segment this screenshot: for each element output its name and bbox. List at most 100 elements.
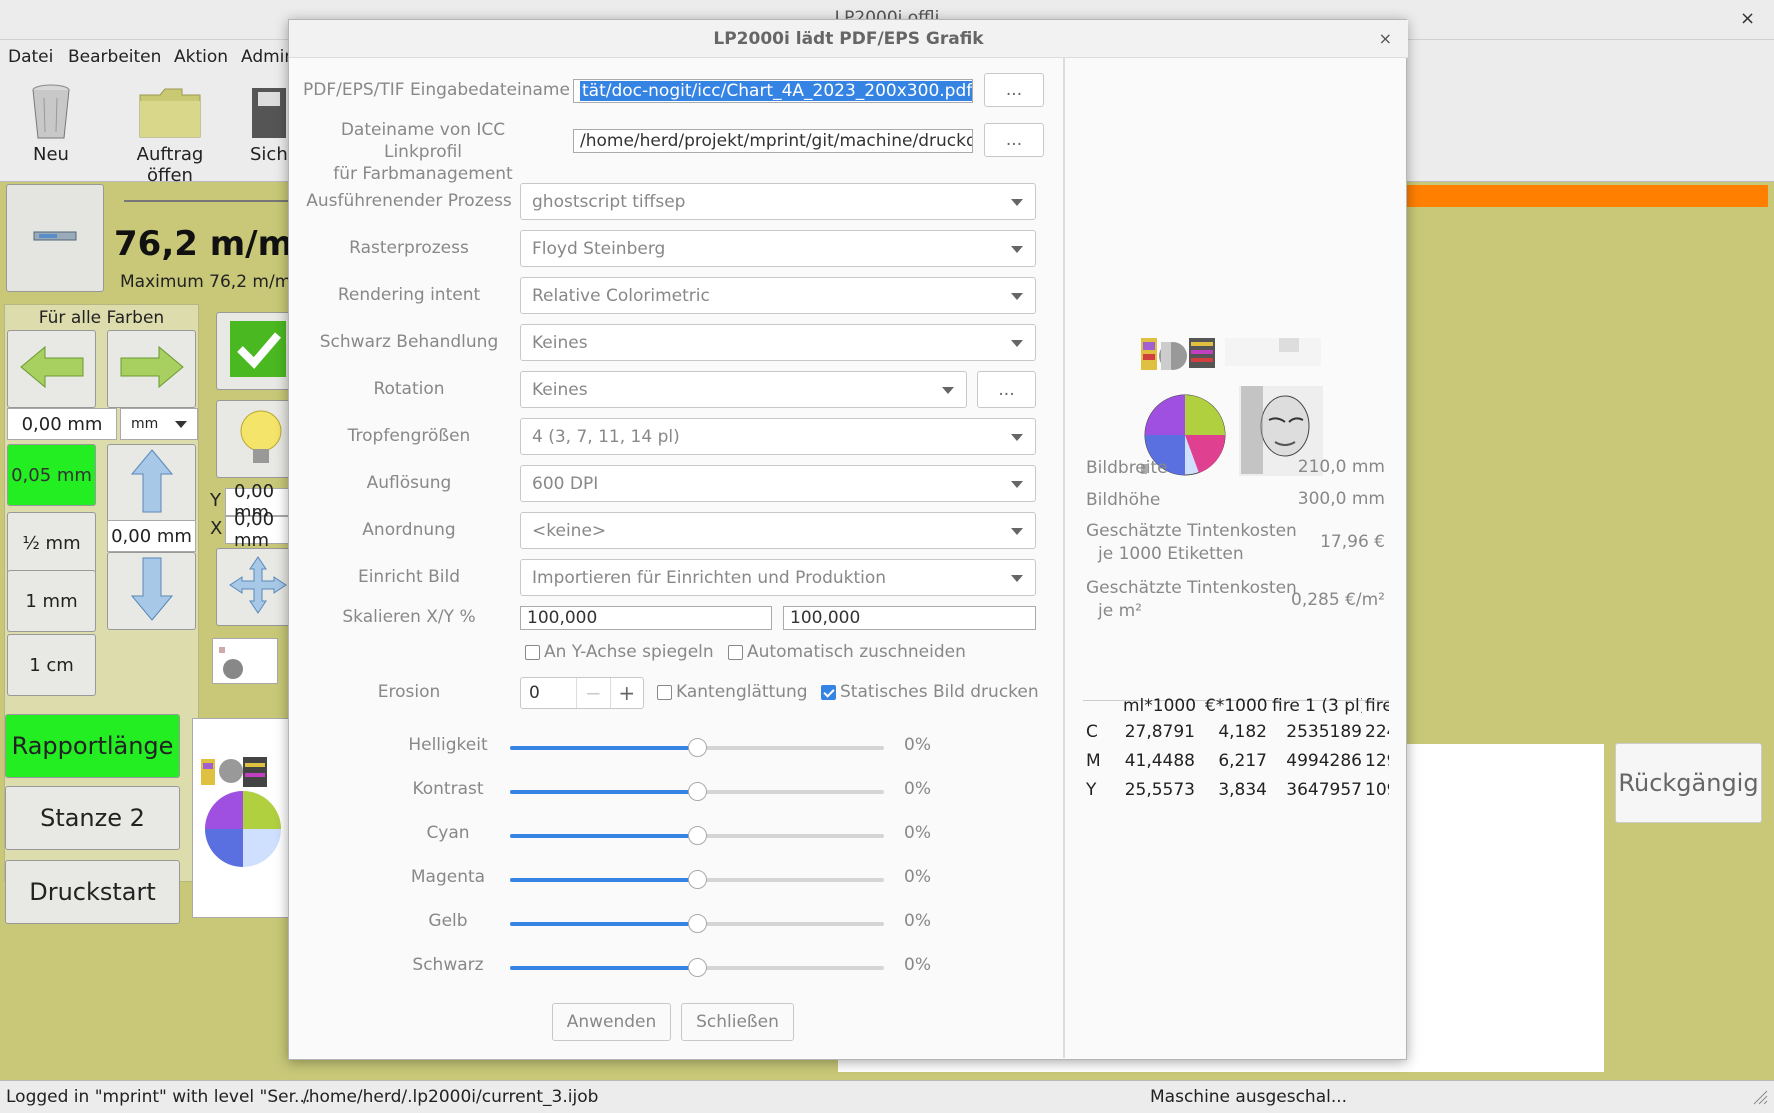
scale-x-input[interactable]: 100,000 xyxy=(520,606,772,630)
erosion-increment-button[interactable]: + xyxy=(609,678,643,708)
save-button[interactable]: Sich xyxy=(250,80,290,165)
erosion-decrement-button[interactable]: − xyxy=(576,678,609,708)
brightness-slider[interactable] xyxy=(510,738,884,757)
magenta-slider-handle[interactable] xyxy=(688,870,707,889)
contrast-slider-value: 0% xyxy=(904,779,931,799)
erosion-spinbox[interactable]: 0 − + xyxy=(520,677,644,709)
new-button[interactable]: Neu xyxy=(10,80,92,165)
step-005-button[interactable]: 0,05 mm xyxy=(7,444,96,506)
input-file-field[interactable]: tät/doc-nogit/icc/Chart_4A_2023_200x300.… xyxy=(573,79,973,103)
menu-bearbeiten[interactable]: Bearbeiten xyxy=(68,47,161,67)
yellow-slider-handle[interactable] xyxy=(688,914,707,933)
resize-grip-icon[interactable] xyxy=(1750,1087,1768,1105)
mirror-checkbox-box[interactable] xyxy=(525,644,540,660)
rapport-length-button[interactable]: Rapportlänge xyxy=(5,714,180,778)
menu-aktion[interactable]: Aktion xyxy=(174,47,228,67)
rotation-more-label: ... xyxy=(998,379,1015,400)
new-label: Neu xyxy=(33,144,69,165)
yellow-slider-fill xyxy=(510,922,697,926)
process-label: Ausführenender Prozess xyxy=(306,191,512,211)
table-cell: 109 xyxy=(1365,780,1389,800)
black-handling-select[interactable]: Keines xyxy=(520,324,1036,361)
speed-slider-track[interactable] xyxy=(124,200,304,202)
speed-max: Maximum 76,2 m/min xyxy=(120,272,307,292)
step-1mm-label: 1 mm xyxy=(25,590,78,612)
dialog-title: LP2000i lädt PDF/EPS Grafik xyxy=(289,20,1408,58)
step-half-button[interactable]: ½ mm xyxy=(7,512,96,574)
cyan-slider-handle[interactable] xyxy=(688,826,707,845)
icc-file-field[interactable]: /home/herd/projekt/mprint/git/machine/dr… xyxy=(573,129,973,153)
scale-y-input[interactable]: 100,000 xyxy=(783,606,1036,630)
height-label: Bildhöhe xyxy=(1086,490,1161,510)
y-label: Y xyxy=(210,490,221,511)
cost-per-m2-label-line2: je m² xyxy=(1098,601,1142,621)
step-1mm-button[interactable]: 1 mm xyxy=(7,570,96,632)
static-image-checkbox-box[interactable] xyxy=(821,684,836,700)
move-down-button[interactable] xyxy=(107,552,196,630)
browse-input-button[interactable]: ... xyxy=(984,73,1044,107)
resolution-select[interactable]: 600 DPI xyxy=(520,465,1036,502)
cyan-slider[interactable] xyxy=(510,826,884,845)
brightness-slider-fill xyxy=(510,746,697,750)
brightness-slider-handle[interactable] xyxy=(688,738,707,757)
move-up-button[interactable] xyxy=(107,444,196,522)
dialog-close-icon[interactable]: × xyxy=(1379,29,1392,48)
arrangement-select[interactable]: <keine> xyxy=(520,512,1036,549)
antialias-checkbox[interactable]: Kantenglättung xyxy=(657,682,808,702)
antialias-checkbox-box[interactable] xyxy=(657,684,672,700)
icc-file-value: /home/herd/projekt/mprint/git/machine/dr… xyxy=(580,131,973,151)
undo-button[interactable]: Rückgängig xyxy=(1615,743,1762,823)
mirror-checkbox[interactable]: An Y-Achse spiegeln xyxy=(525,642,714,662)
trash-can-icon xyxy=(10,80,92,144)
apply-button[interactable]: Anwenden xyxy=(552,1003,671,1041)
setup-image-value: Importieren für Einrichten und Produktio… xyxy=(532,567,887,588)
apply-label: Anwenden xyxy=(566,1012,657,1032)
setup-image-select[interactable]: Importieren für Einrichten und Produktio… xyxy=(520,559,1036,596)
width-label: Bildbreite xyxy=(1086,458,1168,478)
slider-toggle-button[interactable] xyxy=(6,184,104,292)
rendering-intent-select[interactable]: Relative Colorimetric xyxy=(520,277,1036,314)
magenta-slider-label: Magenta xyxy=(410,867,486,887)
rotation-more-button[interactable]: ... xyxy=(977,371,1036,408)
table-cell: 4,182 xyxy=(1218,722,1267,742)
dialog-divider xyxy=(1063,58,1065,1058)
drop-sizes-select[interactable]: 4 (3, 7, 11, 14 pl) xyxy=(520,418,1036,455)
main-close-icon[interactable]: × xyxy=(1740,8,1755,29)
yellow-slider[interactable] xyxy=(510,914,884,933)
rendering-intent-label: Rendering intent xyxy=(337,285,481,305)
browse-icc-button[interactable]: ... xyxy=(984,123,1044,157)
move-left-button[interactable] xyxy=(7,330,96,408)
cyan-slider-value: 0% xyxy=(904,823,931,843)
icc-label-line2: für Farbmanagement xyxy=(333,164,513,184)
x-label: X xyxy=(210,518,223,539)
brightness-slider-value: 0% xyxy=(904,735,931,755)
magenta-slider[interactable] xyxy=(510,870,884,889)
arrow-down-icon xyxy=(130,556,174,627)
step-1cm-button[interactable]: 1 cm xyxy=(7,634,96,696)
black-slider[interactable] xyxy=(510,958,884,977)
contrast-slider[interactable] xyxy=(510,782,884,801)
cost-per-1000-value: 17,96 € xyxy=(1320,532,1385,552)
contrast-slider-handle[interactable] xyxy=(688,782,707,801)
open-job-button[interactable]: Auftrag öffen xyxy=(112,80,228,186)
save-label: Sich xyxy=(250,144,288,165)
folder-icon xyxy=(112,80,228,144)
stanze-button[interactable]: Stanze 2 xyxy=(5,786,180,850)
input-file-label: PDF/EPS/TIF Eingabedateiname xyxy=(303,80,570,100)
vertical-offset-input[interactable]: 0,00 mm xyxy=(107,520,196,552)
offset-input[interactable]: 0,00 mm xyxy=(7,408,117,440)
autocrop-checkbox-box[interactable] xyxy=(728,644,743,660)
menu-datei[interactable]: Datei xyxy=(8,47,53,67)
close-dialog-button[interactable]: Schließen xyxy=(681,1003,794,1041)
open-job-label: Auftrag öffen xyxy=(136,144,204,186)
print-start-button[interactable]: Druckstart xyxy=(5,860,180,924)
process-select[interactable]: ghostscript tiffsep xyxy=(520,183,1036,220)
move-right-button[interactable] xyxy=(107,330,196,408)
unit-select[interactable]: mm xyxy=(120,408,198,440)
black-slider-handle[interactable] xyxy=(688,958,707,977)
autocrop-checkbox[interactable]: Automatisch zuschneiden xyxy=(728,642,966,662)
chevron-down-icon xyxy=(1011,434,1023,441)
raster-select[interactable]: Floyd Steinberg xyxy=(520,230,1036,267)
static-image-checkbox[interactable]: Statisches Bild drucken xyxy=(821,682,1039,702)
rotation-select[interactable]: Keines xyxy=(520,371,967,408)
